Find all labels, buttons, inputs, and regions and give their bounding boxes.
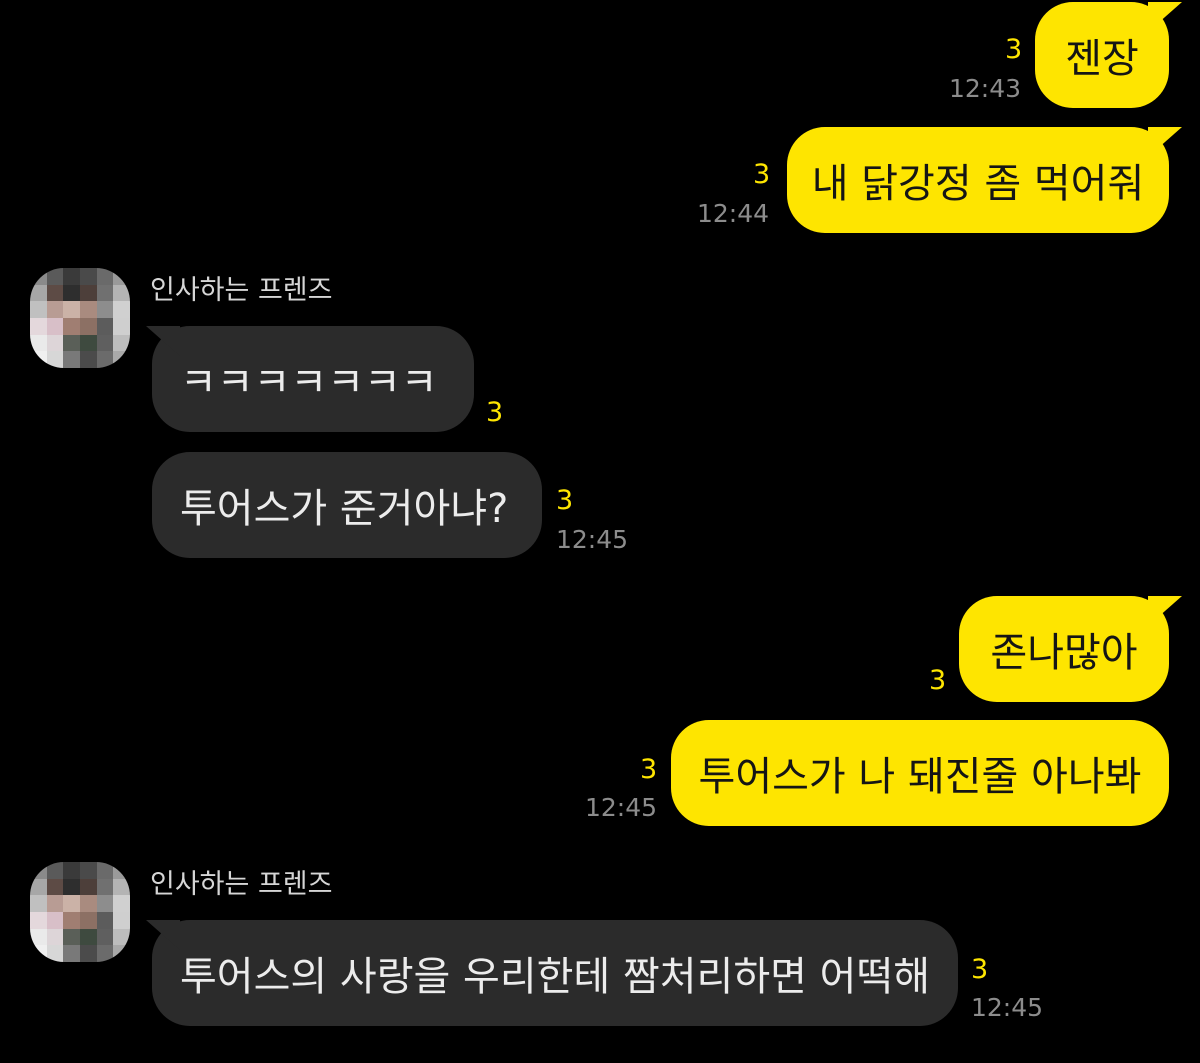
avatar[interactable] [30,268,130,368]
unread-count: 3 [486,397,504,428]
message-timestamp: 12:43 [949,74,1022,103]
message-timestamp: 12:45 [971,993,1044,1022]
avatar[interactable] [30,862,130,962]
unread-count: 3 [1005,34,1023,65]
message-timestamp: 12:44 [697,199,770,228]
unread-count: 3 [971,954,989,985]
sender-name: 인사하는 프렌즈 [150,869,333,900]
my-message-bubble[interactable]: 내 닭강정 좀 먹어줘 [787,127,1169,233]
message-text: 젠장 [1065,36,1139,82]
message-text: 내 닭강정 좀 먹어줘 [811,161,1145,207]
my-message-bubble[interactable]: 투어스가 나 돼진줄 아나봐 [671,720,1169,826]
sender-name: 인사하는 프렌즈 [150,275,333,306]
message-text: 투어스가 나 돼진줄 아나봐 [698,754,1142,800]
message-text: 투어스의 사랑을 우리한테 짬처리하면 어떡해 [180,954,931,1000]
their-message-bubble[interactable]: 투어스가 준거아냐? [152,452,542,558]
message-text: 투어스가 준거아냐? [180,486,509,532]
unread-count: 3 [640,754,658,785]
message-text: 존나많아 [990,630,1138,676]
their-message-bubble[interactable]: ㅋㅋㅋㅋㅋㅋㅋ [152,326,474,432]
unread-count: 3 [556,485,574,516]
unread-count: 3 [753,159,771,190]
message-timestamp: 12:45 [556,525,629,554]
unread-count: 3 [929,665,947,696]
my-message-bubble[interactable]: 존나많아 [959,596,1169,702]
their-message-bubble[interactable]: 투어스의 사랑을 우리한테 짬처리하면 어떡해 [152,920,958,1026]
message-text: ㅋㅋㅋㅋㅋㅋㅋ [180,360,438,406]
message-timestamp: 12:45 [585,793,658,822]
